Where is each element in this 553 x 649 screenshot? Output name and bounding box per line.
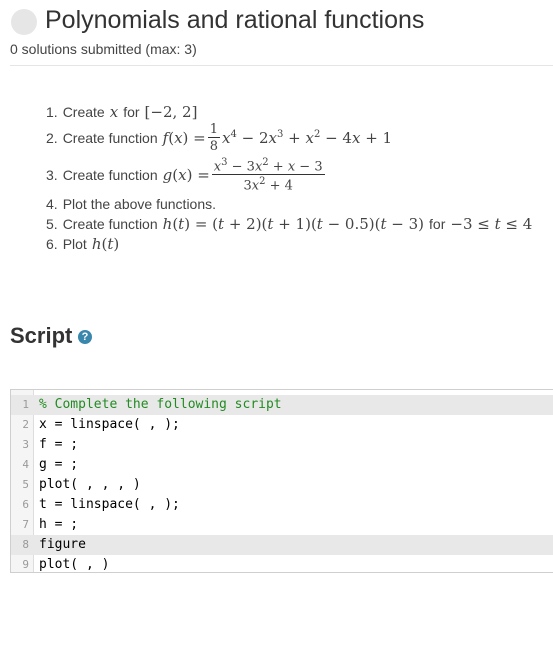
page-title: Polynomials and rational functions xyxy=(45,6,425,34)
code-line[interactable]: 9 plot( , ) xyxy=(11,555,553,575)
script-heading: Script xyxy=(10,323,73,348)
code-line[interactable]: 3 f = ; xyxy=(11,435,553,455)
task-item-3: 3. Create function g(x) = x3 − 3x2 + x −… xyxy=(46,157,325,194)
code-line[interactable]: 1 % Complete the following script xyxy=(11,395,553,415)
task-item-6: 6. Plot h(t) xyxy=(46,235,120,253)
task-item-1: 1. Create x for [−2, 2] xyxy=(46,103,198,121)
code-editor[interactable]: 1 % Complete the following script 2 x = … xyxy=(10,389,553,573)
task-item-4: 4. Plot the above functions. xyxy=(46,196,217,212)
help-icon[interactable]: ? xyxy=(78,330,92,344)
task-item-5: 5. Create function h(t) = (t + 2)(t + 1)… xyxy=(46,215,533,233)
code-line[interactable]: 4 g = ; xyxy=(11,455,553,475)
code-line[interactable]: 7 h = ; xyxy=(11,515,553,535)
divider xyxy=(10,65,553,66)
code-line[interactable]: 2 x = linspace( , ); xyxy=(11,415,553,435)
submission-count: 0 solutions submitted (max: 3) xyxy=(10,41,197,57)
code-line[interactable]: 8 figure xyxy=(11,535,553,555)
code-line[interactable]: 6 t = linspace( , ); xyxy=(11,495,553,515)
task-item-2: 2. Create function f(x) = 18 x4 − 2x3 + … xyxy=(46,122,393,154)
code-line[interactable]: 5 plot( , , , ) xyxy=(11,475,553,495)
status-icon xyxy=(11,9,37,35)
